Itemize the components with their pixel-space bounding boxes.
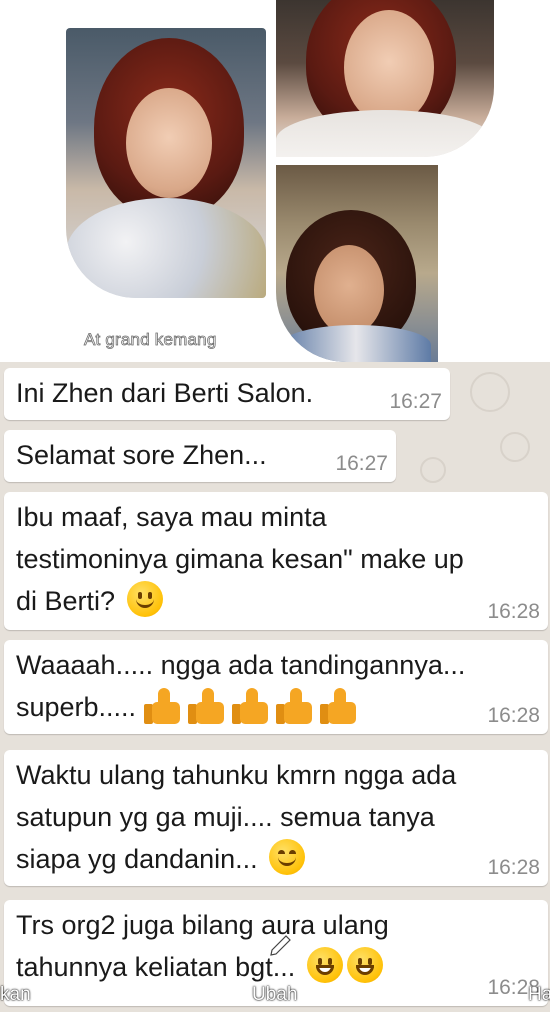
message-text: Waaaah..... ngga ada tandingannya... sup… — [4, 640, 548, 728]
thumbs-up-icon — [187, 686, 228, 726]
message-bubble[interactable]: Waaaah..... ngga ada tandingannya... sup… — [4, 640, 548, 734]
pencil-icon[interactable] — [266, 928, 296, 958]
smiling-face-with-smiling-eyes-icon — [269, 839, 306, 875]
message-time: 16:28 — [487, 704, 540, 727]
wallpaper-doodle — [500, 432, 530, 462]
message-time: 16:28 — [487, 600, 540, 623]
message-line: Waaaah..... ngga ada tandingannya... — [16, 650, 466, 680]
message-text: Ini Zhen dari Berti Salon. — [16, 378, 314, 408]
message-time: 16:28 — [487, 856, 540, 879]
before-photo[interactable] — [276, 165, 438, 362]
message-line: superb..... — [16, 692, 137, 722]
message-line: Ibu maaf, saya mau minta — [16, 502, 327, 532]
message-text: Waktu ulang tahunku kmrn ngga ada satupu… — [4, 750, 548, 880]
wallpaper-doodle — [420, 457, 446, 483]
message-line: testimoninya gimana kesan" make up — [16, 544, 464, 574]
message-bubble[interactable]: Selamat sore Zhen... 16:27 — [4, 430, 396, 482]
portrait-photo-closeup[interactable] — [276, 0, 494, 157]
wallpaper-doodle — [470, 372, 510, 412]
portrait-photo-main[interactable] — [66, 28, 266, 298]
thumbs-up-icon — [319, 686, 360, 726]
message-line: di Berti? — [16, 586, 116, 616]
message-time: 16:27 — [389, 390, 442, 413]
thumbs-up-icon — [143, 686, 184, 726]
slightly-smiling-face-icon — [126, 581, 163, 617]
thumbs-up-icon — [231, 686, 272, 726]
message-bubble[interactable]: Ibu maaf, saya mau minta testimoninya gi… — [4, 492, 548, 630]
thumbs-up-icon — [275, 686, 316, 726]
chat-screenshot: Ini Zhen dari Berti Salon. 16:27 Selamat… — [0, 362, 550, 1012]
message-bubble[interactable]: Waktu ulang tahunku kmrn ngga ada satupu… — [4, 750, 548, 886]
message-text: Ibu maaf, saya mau minta testimoninya gi… — [4, 492, 548, 622]
message-bubble[interactable]: Ini Zhen dari Berti Salon. 16:27 — [4, 368, 450, 420]
edit-toolbar: kan Ubah Ha — [0, 920, 550, 1012]
message-time: 16:27 — [335, 452, 388, 475]
message-line: satupun yg ga muji.... semua tanya — [16, 802, 435, 832]
photo-caption: At grand kemang — [84, 330, 217, 350]
message-line: siapa yg dandanin... — [16, 844, 258, 874]
message-line: Waktu ulang tahunku kmrn ngga ada — [16, 760, 457, 790]
toolbar-left-button[interactable]: kan — [0, 984, 31, 1006]
photo-collage: At grand kemang — [0, 0, 550, 362]
toolbar-right-button[interactable]: Ha — [528, 984, 550, 1006]
edit-button[interactable]: Ubah — [252, 984, 297, 1006]
